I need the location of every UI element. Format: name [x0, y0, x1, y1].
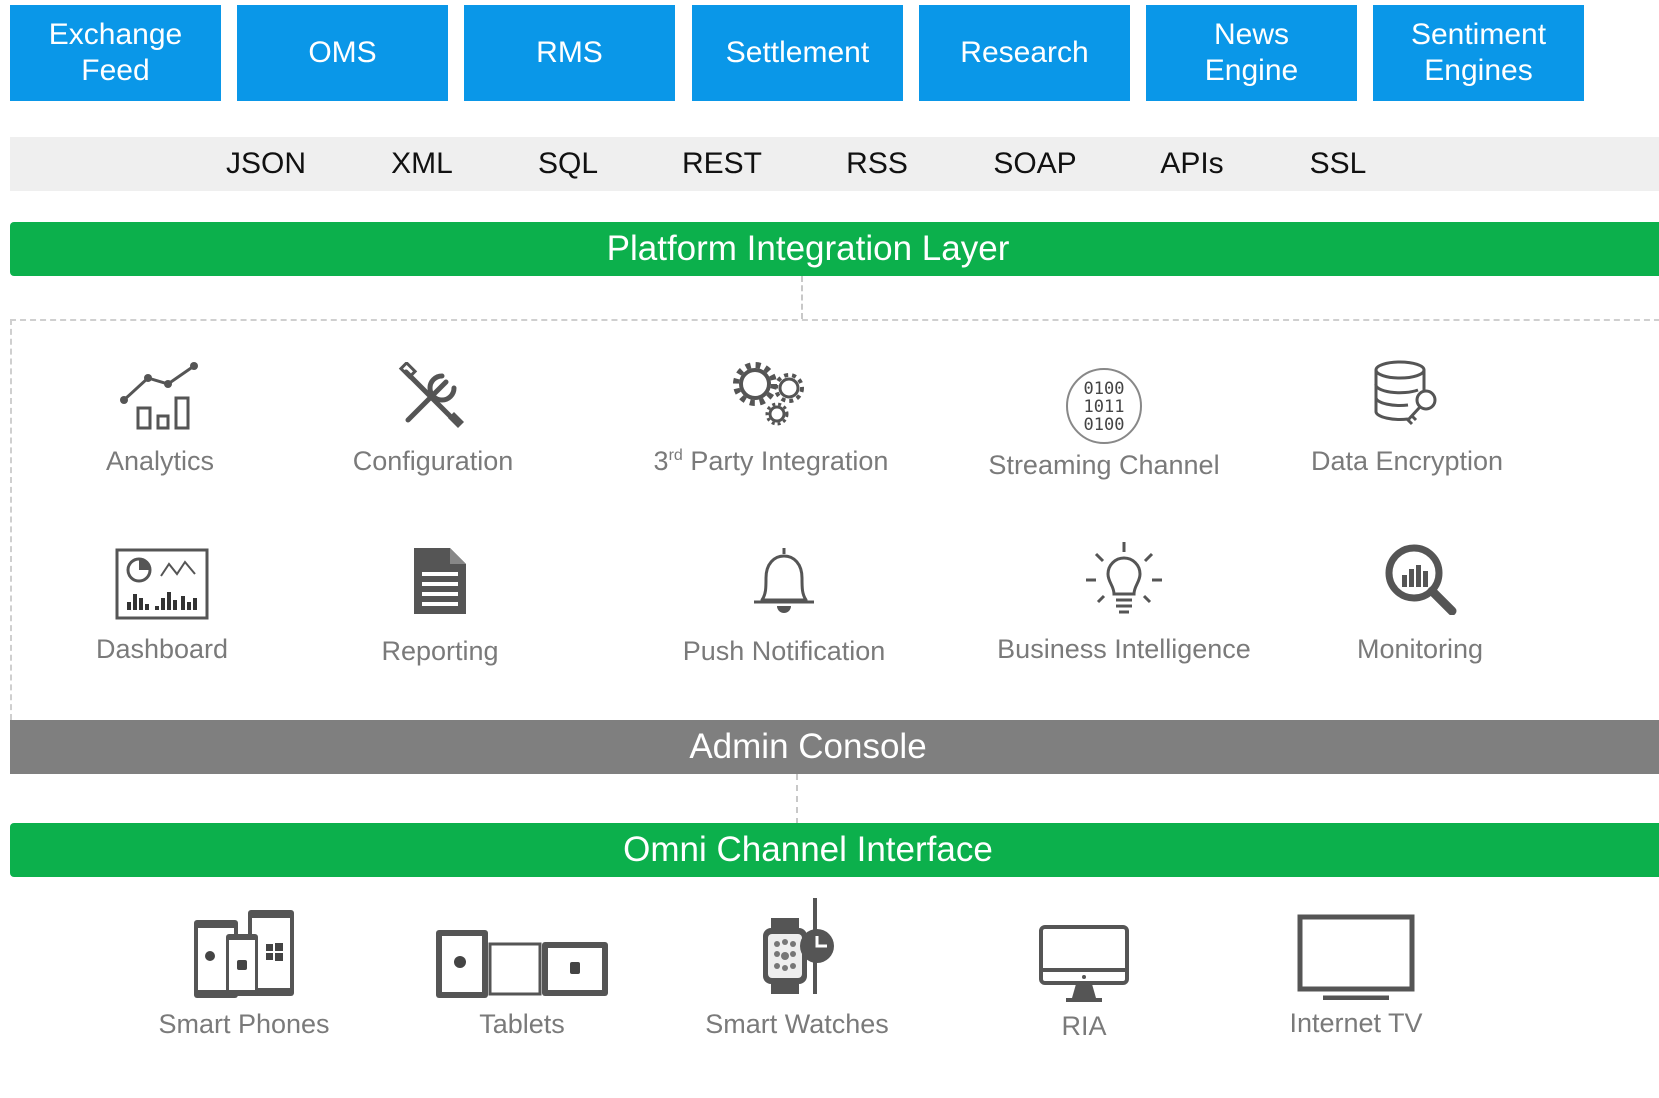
source-settlement: Settlement — [692, 5, 903, 101]
smartphones-icon — [192, 908, 296, 1000]
channel-label: Smart Phones — [158, 1009, 330, 1039]
database-key-icon — [1372, 360, 1442, 430]
protocol-rest: REST — [681, 147, 763, 180]
connector-line — [796, 774, 798, 824]
feature-label: Configuration — [352, 446, 514, 476]
protocol-rss: RSS — [846, 147, 908, 180]
channel-label: RIA — [1061, 1011, 1107, 1041]
platform-integration-layer: Platform Integration Layer — [10, 222, 1659, 276]
bit-row: 0100 — [1084, 415, 1125, 435]
connector-line — [801, 276, 803, 319]
bell-icon — [750, 544, 818, 616]
channel-label: Tablets — [479, 1009, 565, 1039]
source-research: Research — [919, 5, 1130, 101]
binary-icon: 0100 1011 0100 — [1064, 366, 1144, 446]
tablets-icon — [434, 928, 610, 1000]
desktop-monitor-icon — [1038, 924, 1130, 1004]
feature-label: 3rd Party Integration — [653, 446, 889, 476]
lightbulb-icon — [1084, 540, 1164, 620]
tools-icon — [398, 362, 468, 432]
source-news-engine: News Engine — [1146, 5, 1357, 101]
feature-label: Analytics — [105, 446, 215, 476]
feature-label: Streaming Channel — [988, 450, 1220, 480]
protocol-xml: XML — [391, 147, 453, 180]
protocol-sql: SQL — [537, 147, 599, 180]
bit-row: 1011 — [1084, 397, 1125, 417]
magnifier-chart-icon — [1382, 541, 1458, 615]
source-rms: RMS — [464, 5, 675, 101]
protocol-json: JSON — [225, 147, 307, 180]
channel-label: Internet TV — [1289, 1008, 1423, 1038]
bit-row: 0100 — [1084, 379, 1125, 399]
source-exchange-feed: Exchange Feed — [10, 5, 221, 101]
omni-channel-interface: Omni Channel Interface — [10, 823, 1659, 877]
source-oms: OMS — [237, 5, 448, 101]
admin-console: Admin Console — [10, 720, 1659, 774]
feature-label: Dashboard — [95, 634, 229, 664]
feature-label: Push Notification — [682, 636, 886, 666]
channel-label: Smart Watches — [705, 1009, 889, 1039]
source-sentiment-engines: Sentiment Engines — [1373, 5, 1584, 101]
tv-icon — [1297, 914, 1415, 1000]
dashboard-icon — [115, 548, 209, 620]
document-icon — [410, 544, 470, 618]
feature-label: Data Encryption — [1310, 446, 1504, 476]
analytics-icon — [118, 360, 202, 432]
protocol-apis: APIs — [1160, 147, 1224, 180]
feature-label: Reporting — [381, 636, 499, 666]
protocol-soap: SOAP — [993, 147, 1077, 180]
feature-label: Monitoring — [1356, 634, 1484, 664]
feature-label: Business Intelligence — [997, 634, 1251, 664]
gears-icon — [731, 360, 811, 430]
protocol-ssl: SSL — [1309, 147, 1367, 180]
smartwatch-icon — [757, 896, 837, 996]
